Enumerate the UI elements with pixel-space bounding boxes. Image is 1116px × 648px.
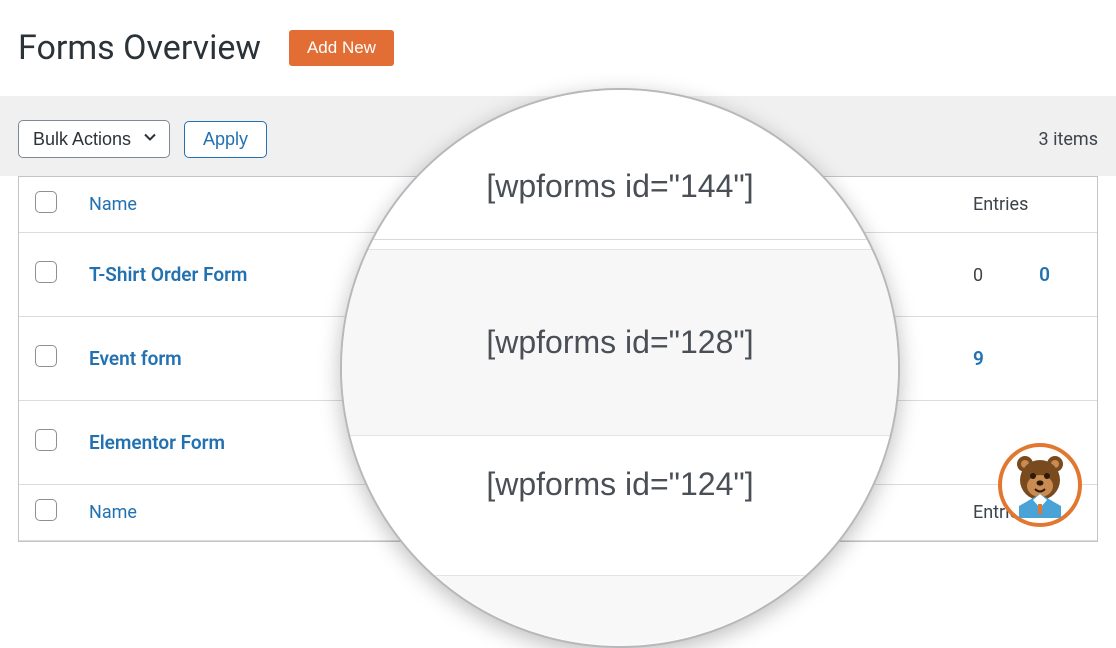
entries-link[interactable]: 9	[973, 347, 984, 370]
bear-mascot-icon	[1005, 448, 1075, 522]
magnified-shortcode: [wpforms id="124"]	[342, 436, 898, 576]
page-title: Forms Overview	[18, 28, 261, 68]
row-checkbox[interactable]	[35, 261, 57, 283]
items-count: 3 items	[1039, 129, 1098, 150]
bulk-actions-wrap: Bulk Actions	[18, 120, 170, 158]
form-name-link[interactable]: T-Shirt Order Form	[89, 263, 247, 286]
toolbar-left: Bulk Actions Apply	[18, 120, 267, 158]
column-header-entries: Entries	[957, 177, 1097, 233]
column-header-name-label: Name	[89, 194, 137, 215]
bulk-actions-select[interactable]: Bulk Actions	[18, 120, 170, 158]
entries-link[interactable]: 0	[1039, 263, 1050, 286]
partial-entry-digit: 0	[973, 265, 983, 286]
apply-button[interactable]: Apply	[184, 121, 267, 158]
select-all-checkbox-footer[interactable]	[35, 499, 57, 521]
column-header-entries-label: Entries	[973, 194, 1028, 215]
magnified-shortcode: [wpforms id="128"]	[342, 250, 898, 436]
form-name-link[interactable]: Event form	[89, 347, 182, 370]
select-all-checkbox[interactable]	[35, 191, 57, 213]
magnified-divider	[342, 240, 898, 250]
row-checkbox[interactable]	[35, 345, 57, 367]
select-all-footer	[19, 485, 73, 541]
page-header: Forms Overview Add New	[0, 0, 1116, 96]
add-new-button[interactable]: Add New	[289, 30, 394, 66]
row-checkbox[interactable]	[35, 429, 57, 451]
help-avatar-button[interactable]	[998, 443, 1082, 527]
form-name-link[interactable]: Elementor Form	[89, 431, 225, 454]
magnifier-lens: [wpforms id="144"] [wpforms id="128"] [w…	[340, 88, 900, 648]
select-all-header	[19, 177, 73, 233]
column-footer-name-label: Name	[89, 502, 137, 523]
